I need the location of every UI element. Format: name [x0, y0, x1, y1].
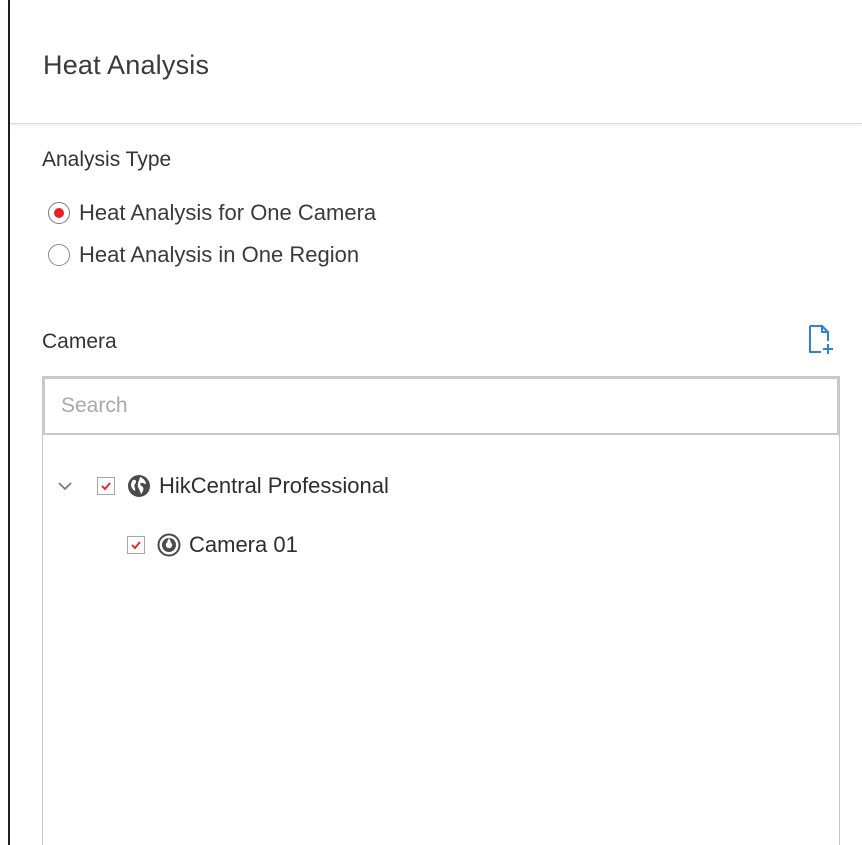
- analysis-type-label: Analysis Type: [42, 148, 172, 171]
- camera-icon: [157, 533, 181, 557]
- tree-checkbox-root[interactable]: [97, 477, 115, 495]
- tree-node-label: HikCentral Professional: [159, 473, 389, 498]
- radio-label-one-camera: Heat Analysis for One Camera: [79, 200, 377, 225]
- page-title: Heat Analysis: [43, 50, 210, 80]
- radio-button-selected[interactable]: [48, 202, 70, 224]
- tree-node-camera-01[interactable]: Camera 01: [127, 528, 298, 562]
- globe-icon: [128, 475, 150, 497]
- radio-button-unselected[interactable]: [48, 244, 70, 266]
- camera-search-input[interactable]: [43, 377, 839, 435]
- tree-node-hikcentral-professional[interactable]: HikCentral Professional: [55, 469, 389, 503]
- radio-selected-dot: [54, 208, 64, 218]
- tree-node-label: Camera 01: [189, 532, 298, 557]
- chevron-down-icon[interactable]: [55, 476, 75, 496]
- panel-header: Heat Analysis: [10, 0, 862, 124]
- checkmark-icon: [131, 541, 141, 550]
- camera-label: Camera: [42, 330, 117, 353]
- left-divider: [8, 0, 10, 845]
- radio-label-one-region: Heat Analysis in One Region: [79, 242, 360, 267]
- heat-analysis-page: Heat Analysis Analysis Type Heat Analysi…: [0, 0, 862, 845]
- radio-heat-analysis-one-camera[interactable]: Heat Analysis for One Camera: [48, 198, 376, 228]
- checkmark-icon: [101, 482, 111, 491]
- tree-checkbox-camera-01[interactable]: [127, 536, 145, 554]
- add-file-icon[interactable]: [806, 324, 836, 356]
- radio-heat-analysis-one-region[interactable]: Heat Analysis in One Region: [48, 240, 359, 270]
- camera-tree-panel: HikCentral Professional Camera 01: [42, 376, 840, 845]
